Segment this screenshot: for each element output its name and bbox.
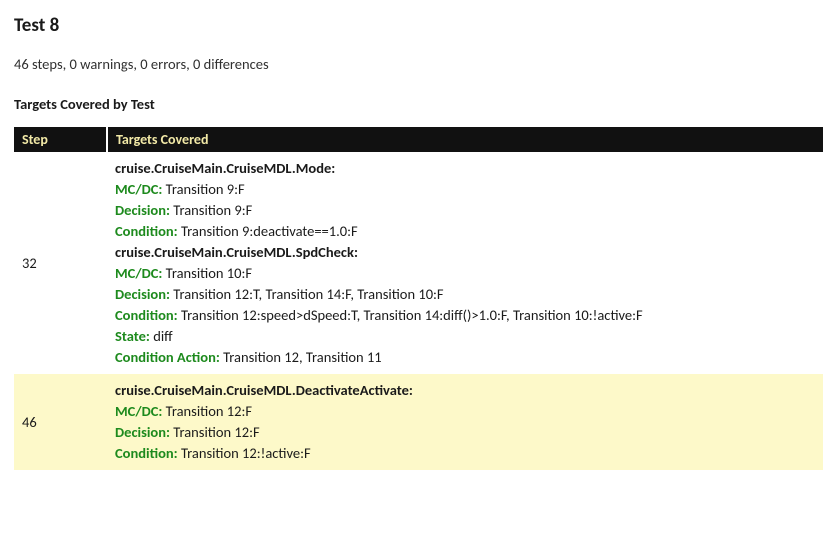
col-header-targets: Targets Covered <box>107 127 823 152</box>
coverage-metric-line: Decision: Transition 12:T, Transition 14… <box>115 284 815 305</box>
test-title: Test 8 <box>14 14 823 37</box>
metric-label: State: <box>115 327 150 345</box>
coverage-metric-line: MC/DC: Transition 9:F <box>115 179 815 200</box>
coverage-metric-line: Condition Action: Transition 12, Transit… <box>115 347 815 368</box>
metric-value: Transition 12:F <box>162 402 252 420</box>
metric-label: Decision: <box>115 201 170 219</box>
metric-label: Condition Action: <box>115 348 220 366</box>
metric-value: Transition 12:!active:F <box>178 444 311 462</box>
targets-cell: cruise.CruiseMain.CruiseMDL.DeactivateAc… <box>107 374 823 470</box>
metric-label: MC/DC: <box>115 402 162 420</box>
metric-value: diff <box>150 327 173 345</box>
metric-value: Transition 12:T, Transition 14:F, Transi… <box>170 285 444 303</box>
metric-label: Condition: <box>115 444 178 462</box>
coverage-metric-line: Condition: Transition 12:!active:F <box>115 443 815 464</box>
coverage-object: cruise.CruiseMain.CruiseMDL.DeactivateAc… <box>115 380 815 401</box>
coverage-object: cruise.CruiseMain.CruiseMDL.SpdCheck: <box>115 242 815 263</box>
targets-cell: cruise.CruiseMain.CruiseMDL.Mode:MC/DC: … <box>107 152 823 374</box>
metric-value: Transition 9:F <box>170 201 252 219</box>
col-header-step: Step <box>14 127 107 152</box>
section-title: Targets Covered by Test <box>14 95 823 113</box>
step-cell: 32 <box>14 152 107 374</box>
metric-label: Decision: <box>115 285 170 303</box>
coverage-metric-line: State: diff <box>115 326 815 347</box>
metric-label: Condition: <box>115 306 178 324</box>
coverage-metric-line: Condition: Transition 9:deactivate==1.0:… <box>115 221 815 242</box>
targets-table: Step Targets Covered 32cruise.CruiseMain… <box>14 127 823 470</box>
metric-value: Transition 9:deactivate==1.0:F <box>178 222 358 240</box>
coverage-metric-line: MC/DC: Transition 12:F <box>115 401 815 422</box>
table-row: 32cruise.CruiseMain.CruiseMDL.Mode:MC/DC… <box>14 152 823 374</box>
metric-label: MC/DC: <box>115 180 162 198</box>
step-cell: 46 <box>14 374 107 470</box>
metric-label: MC/DC: <box>115 264 162 282</box>
table-row: 46 cruise.CruiseMain.CruiseMDL.Deactivate… <box>14 374 823 470</box>
test-summary-line: 46 steps, 0 warnings, 0 errors, 0 differ… <box>14 55 823 73</box>
metric-value: Transition 9:F <box>162 180 244 198</box>
coverage-metric-line: Decision: Transition 12:F <box>115 422 815 443</box>
metric-value: Transition 12:F <box>170 423 260 441</box>
coverage-metric-line: MC/DC: Transition 10:F <box>115 263 815 284</box>
metric-label: Condition: <box>115 222 178 240</box>
coverage-metric-line: Condition: Transition 12:speed>dSpeed:T,… <box>115 305 815 326</box>
metric-value: Transition 12, Transition 11 <box>220 348 382 366</box>
metric-value: Transition 12:speed>dSpeed:T, Transition… <box>178 306 643 324</box>
coverage-metric-line: Decision: Transition 9:F <box>115 200 815 221</box>
metric-value: Transition 10:F <box>162 264 252 282</box>
coverage-object: cruise.CruiseMain.CruiseMDL.Mode: <box>115 158 815 179</box>
metric-label: Decision: <box>115 423 170 441</box>
